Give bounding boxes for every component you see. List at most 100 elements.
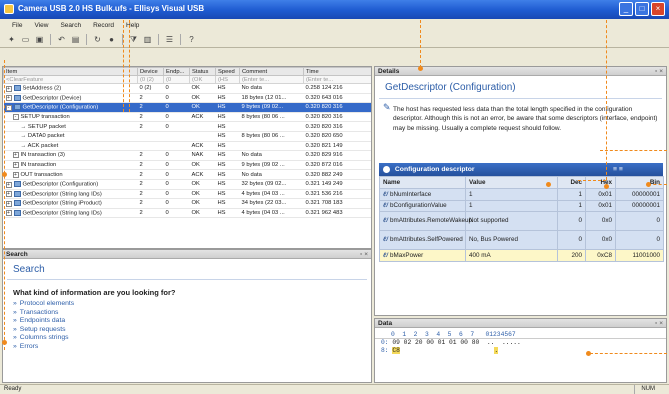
expand-icon[interactable]: + xyxy=(5,200,12,207)
pin-close-icon[interactable]: ▫ × xyxy=(360,250,368,259)
menu-record[interactable]: Record xyxy=(93,22,114,29)
cell-speed: HS xyxy=(215,112,240,123)
config-row[interactable]: ℓ/bmAttributes.RemoteWakeup Not supported… xyxy=(379,211,664,231)
table-row[interactable]: - SETUP transaction 2 0 ACK HS 8 bytes (80 06 … xyxy=(3,112,371,123)
filter-cell[interactable]: (0 (2) xyxy=(137,75,164,84)
open-icon[interactable]: ▭ xyxy=(20,34,31,45)
cell-device: 2 xyxy=(137,102,164,113)
config-row[interactable]: ℓ/bConfigurationValue 1 1 0x01 00000001 xyxy=(379,199,664,212)
callout-dot xyxy=(586,351,591,356)
table-row[interactable]: + GetDescriptor (String lang IDs) 2 0 OK HS 4 … xyxy=(3,208,371,219)
view-icon[interactable]: ▤ xyxy=(70,34,81,45)
column-header[interactable]: Device xyxy=(137,67,164,76)
descriptor-icon xyxy=(383,165,390,173)
filter-cell[interactable]: (0 xyxy=(163,75,190,84)
expand-icon[interactable]: + xyxy=(12,162,19,169)
panel-title: Data xyxy=(378,320,393,327)
back-icon[interactable]: ↶ xyxy=(56,34,67,45)
chart-icon[interactable]: ▥ xyxy=(142,34,153,45)
config-controls-icon[interactable]: ≡ ≡ xyxy=(613,163,623,176)
save-icon[interactable]: ▣ xyxy=(34,34,45,45)
config-dec: 0 xyxy=(557,211,586,231)
table-row[interactable]: → ACK packet ACK HS 0.320 821 149 xyxy=(3,141,371,152)
cell-item: + GetDescriptor (String iProduct) xyxy=(3,198,138,209)
menu-view[interactable]: View xyxy=(34,22,48,29)
expand-icon[interactable]: + xyxy=(5,191,12,198)
search-link[interactable]: Errors xyxy=(13,343,371,352)
table-row[interactable]: + GetDescriptor (Device) 2 0 OK HS 18 bytes (1… xyxy=(3,93,371,104)
cell-speed: HS xyxy=(215,102,240,113)
search-link[interactable]: Columns strings xyxy=(13,334,371,343)
table-row[interactable]: + IN transaction (3) 2 0 NAK HS No data 0.320 8… xyxy=(3,150,371,161)
expand-icon[interactable]: - xyxy=(5,104,12,111)
table-row[interactable]: + IN transaction 2 0 OK HS 9 bytes (09 02 ... 0… xyxy=(3,160,371,171)
table-row[interactable]: + GetDescriptor (String lang IDs) 2 0 OK HS 4 … xyxy=(3,189,371,200)
minimize-button[interactable]: _ xyxy=(619,2,633,16)
search-panel-header: Search ▫ × xyxy=(3,250,371,259)
cell-endp: 0 xyxy=(163,121,190,132)
expand-icon[interactable]: + xyxy=(5,95,12,102)
cell-endp: 0 xyxy=(163,179,190,190)
expand-icon[interactable]: + xyxy=(12,152,19,159)
cell-endp: 0 xyxy=(163,208,190,219)
cell-endp: 0 xyxy=(163,83,190,94)
column-header[interactable]: Speed xyxy=(215,67,240,76)
cell-speed: HS xyxy=(215,169,240,180)
menu-search[interactable]: Search xyxy=(60,22,81,29)
filter-cell[interactable]: (OK xyxy=(189,75,216,84)
expand-icon[interactable]: + xyxy=(12,171,19,178)
cell-comment: 4 bytes (04 03 ... xyxy=(239,189,304,200)
new-icon[interactable]: ✦ xyxy=(6,34,17,45)
filter-cell[interactable]: (HS xyxy=(215,75,240,84)
table-row[interactable]: + GetDescriptor (Configuration) 2 0 OK HS 32 b… xyxy=(3,179,371,190)
cell-comment: 34 bytes (22 03... xyxy=(239,198,304,209)
loop-icon[interactable]: ↻ xyxy=(92,34,103,45)
table-row[interactable]: + OUT transaction 2 0 ACK HS No data 0.320 882 … xyxy=(3,169,371,180)
maximize-button[interactable]: □ xyxy=(635,2,649,16)
expand-icon[interactable]: + xyxy=(5,85,12,92)
table-row[interactable]: → SETUP packet 2 0 HS 0.320 820 316 xyxy=(3,121,371,132)
list-icon[interactable]: ☰ xyxy=(164,34,175,45)
menu-file[interactable]: File xyxy=(12,22,22,29)
filter-cell[interactable]: <ClearFeature xyxy=(3,75,138,84)
record-icon[interactable]: ● xyxy=(106,34,117,45)
info-icon: ✎ xyxy=(383,102,391,112)
callout-dot xyxy=(418,66,423,71)
config-row[interactable]: ℓ/bmAttributes.SelfPowered No, Bus Powere… xyxy=(379,230,664,250)
item-label: DATA0 packet xyxy=(27,133,65,140)
column-header[interactable]: Endp... xyxy=(163,67,190,76)
pin-close-icon[interactable]: ▫ × xyxy=(655,67,663,76)
cell-time: 0.258 124 216 xyxy=(303,83,371,94)
config-row[interactable]: ℓ/bMaxPower 400 mA 200 0xC8 11001000 xyxy=(379,249,664,262)
close-button[interactable]: × xyxy=(651,2,665,16)
help-icon[interactable]: ? xyxy=(186,34,197,45)
column-header[interactable]: Comment xyxy=(239,67,304,76)
search-link[interactable]: Protocol elements xyxy=(13,300,371,309)
config-column: Name xyxy=(379,176,466,189)
hex-row[interactable]: 0: 09 02 20 00 01 01 00 80 .. ..... xyxy=(375,339,666,347)
column-header[interactable]: Status xyxy=(189,67,216,76)
expand-icon[interactable]: + xyxy=(5,181,12,188)
expand-icon[interactable]: - xyxy=(12,114,19,121)
menu-bar: File View Search Record Help xyxy=(0,19,669,31)
search-link[interactable]: Setup requests xyxy=(13,326,371,335)
table-row[interactable]: - GetDescriptor (Configuration) 2 0 OK HS 9 by… xyxy=(3,102,371,113)
expand-icon[interactable]: + xyxy=(5,210,12,217)
pin-close-icon[interactable]: ▫ × xyxy=(655,319,663,328)
config-name: ℓ/bConfigurationValue xyxy=(379,199,466,212)
table-row[interactable]: + SetAddress (2) 0 (2) 0 OK HS No data 0.258 12… xyxy=(3,83,371,94)
search-title: Search xyxy=(7,259,367,280)
column-header[interactable]: Time xyxy=(303,67,371,76)
arrow-icon: → xyxy=(20,142,28,149)
filter-cell[interactable]: (Enter te... xyxy=(239,75,304,84)
item-label: GetDescriptor (Device) xyxy=(22,95,82,102)
search-link[interactable]: Transactions xyxy=(13,309,371,318)
column-header[interactable]: Item xyxy=(3,67,138,76)
table-row[interactable]: + GetDescriptor (String iProduct) 2 0 OK HS 34… xyxy=(3,198,371,209)
table-row[interactable]: → DATA0 packet HS 8 bytes (80 06 ... 0.320 … xyxy=(3,131,371,142)
filter-cell[interactable]: (Enter te... xyxy=(303,75,371,84)
config-row[interactable]: ℓ/bNumInterface 1 1 0x01 00000001 xyxy=(379,188,664,201)
callout-dot xyxy=(546,182,551,187)
search-link[interactable]: Endpoints data xyxy=(13,317,371,326)
cell-endp: 0 xyxy=(163,198,190,209)
